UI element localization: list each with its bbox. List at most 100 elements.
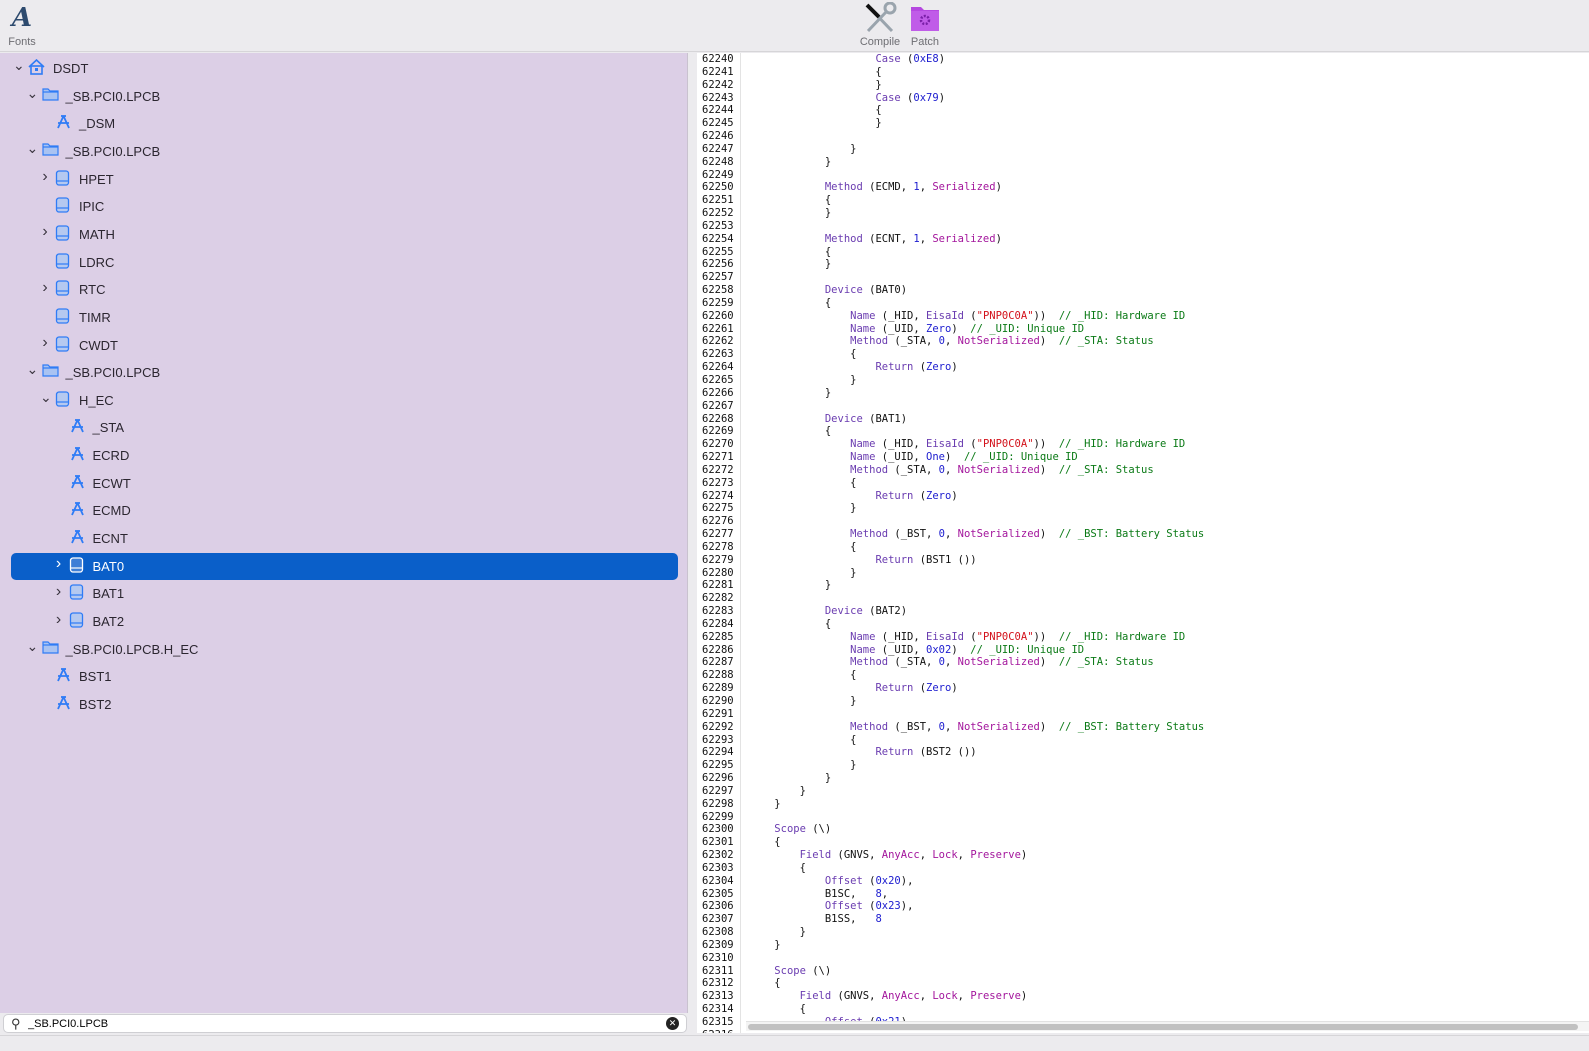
tree-item-sb-pci0-lpcb[interactable]: ⌄ _SB.PCI0.LPCB — [0, 138, 688, 165]
keyword: Method — [824, 232, 863, 245]
code-line: { — [749, 734, 856, 747]
horizontal-scrollbar[interactable] — [746, 1021, 1589, 1031]
keyword: Return — [875, 553, 914, 566]
tree-item-sb-pci0-lpcb[interactable]: ⌄ _SB.PCI0.LPCB — [0, 359, 688, 386]
keyword: Method — [850, 720, 889, 733]
line-number: 62253 — [702, 219, 734, 232]
line-number: 62272 — [702, 463, 734, 476]
line-number: 62254 — [702, 232, 734, 245]
scrollbar-thumb[interactable] — [748, 1024, 1578, 1030]
tree-item-dsdt[interactable]: ⌄ DSDT — [0, 55, 688, 82]
keyword: Case — [875, 91, 901, 104]
chevron-right-icon[interactable]: › — [40, 334, 50, 352]
code-line: } — [749, 926, 806, 939]
code-text: , — [957, 849, 971, 862]
code-text: , — [919, 181, 933, 194]
search-field[interactable]: ⚲ ✕ — [3, 1014, 687, 1033]
code-line: Case (0xE8) — [749, 53, 945, 66]
keyword: Scope — [774, 823, 806, 836]
chevron-right-icon[interactable]: › — [40, 168, 50, 186]
tree-item-ecnt[interactable]: ECNT — [0, 525, 688, 552]
code-text: ) — [951, 322, 971, 335]
tree-item-label: H_EC — [79, 392, 114, 408]
tree-item-ecrd[interactable]: ECRD — [0, 442, 688, 469]
tree-item-label: _SB.PCI0.LPCB — [65, 143, 161, 159]
line-number: 62244 — [702, 104, 734, 117]
keyword: Device — [824, 412, 863, 425]
tree-item-label: MATH — [79, 226, 115, 242]
tree-item-rtc[interactable]: › RTC — [0, 276, 688, 303]
device-icon — [55, 197, 72, 213]
tree-item-timr[interactable]: TIMR — [0, 304, 688, 331]
line-number: 62269 — [702, 425, 734, 438]
code-line: Scope (\) — [749, 823, 831, 836]
code-text: (_STA, — [888, 335, 939, 348]
chevron-right-icon[interactable]: › — [40, 223, 50, 241]
tree-item-ldrc[interactable]: LDRC — [0, 249, 688, 276]
fonts-button[interactable]: A Fonts — [4, 0, 40, 48]
tree-item-bat2[interactable]: › BAT2 — [0, 608, 688, 635]
tree-item-bst1[interactable]: BST1 — [0, 663, 688, 690]
method-icon — [69, 474, 86, 490]
chevron-down-icon[interactable]: ⌄ — [13, 57, 25, 74]
tree-item-bat1[interactable]: › BAT1 — [0, 580, 688, 607]
patch-button[interactable]: Patch — [905, 0, 945, 48]
line-number: 62307 — [702, 913, 734, 926]
code-line: Offset (0x23), — [749, 900, 914, 913]
code-text: { — [749, 348, 857, 361]
tree-item-dsm[interactable]: _DSM — [0, 110, 688, 137]
tree-item-cwdt[interactable]: › CWDT — [0, 332, 688, 359]
code-text: { — [749, 65, 882, 78]
tree-item-sta[interactable]: _STA — [0, 414, 688, 441]
chevron-down-icon[interactable]: ⌄ — [27, 361, 39, 378]
chevron-right-icon[interactable]: › — [54, 555, 64, 573]
code-line: Device (BAT1) — [749, 413, 907, 426]
chevron-down-icon[interactable]: ⌄ — [27, 140, 39, 157]
number-literal: 0x20 — [875, 874, 901, 887]
tree-item-h-ec[interactable]: ⌄ H_EC — [0, 387, 688, 414]
tree-item-ecmd[interactable]: ECMD — [0, 497, 688, 524]
chevron-down-icon[interactable]: ⌄ — [27, 85, 39, 102]
tree-item-hpet[interactable]: › HPET — [0, 166, 688, 193]
chevron-right-icon[interactable]: › — [54, 583, 64, 601]
compile-button[interactable]: Compile — [855, 0, 905, 48]
constant: AnyAcc — [881, 849, 920, 862]
folder-icon — [41, 363, 59, 379]
tree-item-sb-pci0-lpcb[interactable]: ⌄ _SB.PCI0.LPCB — [0, 83, 688, 110]
line-number: 62246 — [702, 130, 734, 143]
chevron-right-icon[interactable]: › — [54, 611, 64, 629]
tree-item-math[interactable]: › MATH — [0, 221, 688, 248]
search-input[interactable] — [28, 1016, 658, 1031]
comment: // _BST: Battery Status — [1058, 720, 1205, 733]
clear-search-icon[interactable]: ✕ — [666, 1017, 679, 1030]
tree-item-ipic[interactable]: IPIC — [0, 193, 688, 220]
chevron-down-icon[interactable]: ⌄ — [40, 389, 52, 406]
code-text: { — [749, 733, 857, 746]
code-line: { — [749, 425, 831, 438]
tree-item-bat0[interactable]: › BAT0 — [11, 552, 678, 580]
tree-item-label: BAT2 — [92, 614, 125, 629]
code-line: B1SS, 8 — [749, 913, 882, 926]
split-view-divider[interactable] — [689, 53, 697, 1033]
code-text: ( — [913, 489, 927, 502]
line-number: 62290 — [702, 695, 734, 707]
tree-item-bst2[interactable]: BST2 — [0, 691, 688, 718]
constant: Preserve — [970, 990, 1021, 1003]
code-line: } — [749, 579, 831, 592]
code-text: ( — [913, 361, 927, 374]
line-number: 62295 — [702, 759, 734, 772]
tree-item-sb-pci0-lpcb-h-ec[interactable]: ⌄ _SB.PCI0.LPCB.H_EC — [0, 636, 688, 663]
tree-item-ecwt[interactable]: ECWT — [0, 470, 688, 497]
folder-icon — [41, 142, 59, 158]
chevron-right-icon[interactable]: › — [40, 279, 50, 297]
comment: // _STA: Status — [1058, 335, 1154, 348]
chevron-down-icon[interactable]: ⌄ — [27, 638, 39, 655]
line-number: 62308 — [702, 926, 734, 939]
code-editor[interactable]: 62240 62241 62242 62243 62244 62245 62246 62247… — [697, 53, 1589, 1033]
